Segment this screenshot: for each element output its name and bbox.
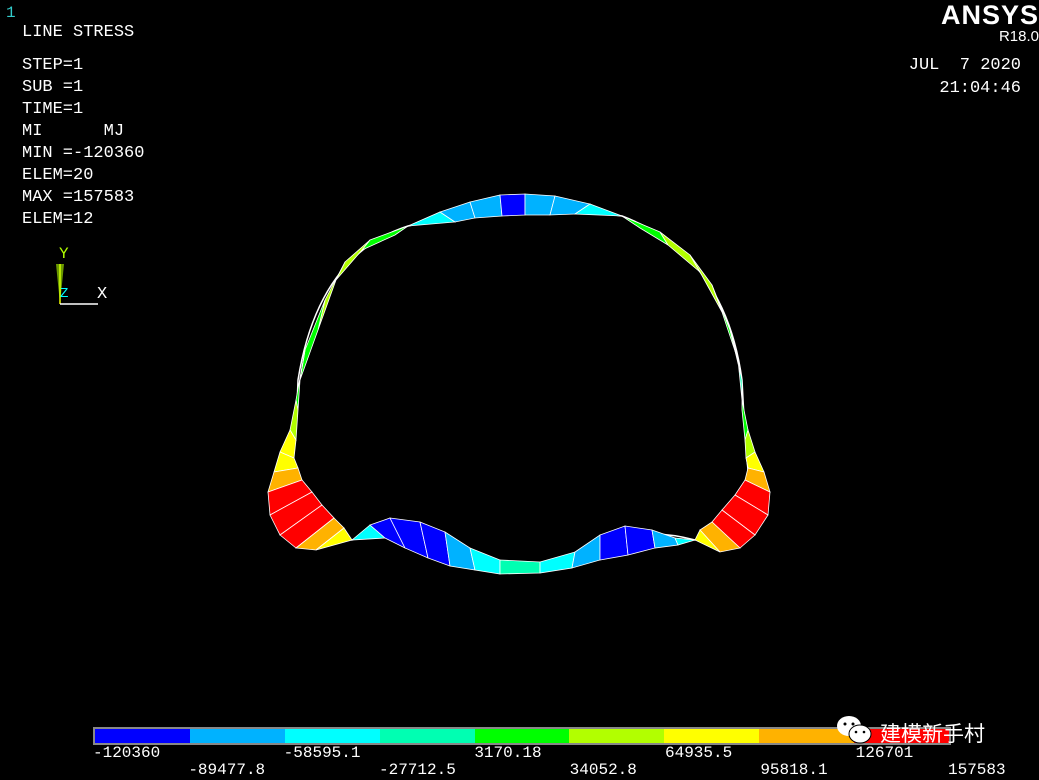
substep-label: SUB =1 bbox=[22, 78, 84, 97]
date-label: JUL 7 2020 bbox=[908, 56, 1021, 75]
watermark-text: 建模新手村 bbox=[880, 722, 985, 746]
legend-bottom-label: 157583 bbox=[948, 761, 1006, 779]
legend-swatch bbox=[189, 729, 285, 743]
triad-x-label: X bbox=[97, 285, 107, 304]
wechat-icon bbox=[837, 716, 872, 744]
legend-bottom-label: 34052.8 bbox=[569, 761, 637, 779]
legend-top-label: -120360 bbox=[93, 744, 161, 762]
step-label: STEP=1 bbox=[22, 56, 84, 75]
legend-swatch bbox=[664, 729, 760, 743]
stress-contour-plot bbox=[267, 193, 771, 575]
legend-bottom-label: -89477.8 bbox=[188, 761, 266, 779]
time-of-day-label: 21:04:46 bbox=[939, 79, 1021, 98]
max-value-label: MAX =157583 bbox=[22, 188, 135, 207]
triad-z-label: Z bbox=[60, 286, 68, 302]
legend-swatch bbox=[379, 729, 475, 743]
plot-title: LINE STRESS bbox=[22, 23, 135, 42]
time-label: TIME=1 bbox=[22, 100, 84, 119]
right-wall-stress-band bbox=[621, 215, 771, 553]
legend-color-bar bbox=[93, 727, 951, 745]
crown-stress-band bbox=[407, 193, 623, 227]
legend-top-label: 3170.18 bbox=[474, 744, 542, 762]
triad-y-label: Y bbox=[59, 245, 69, 263]
legend-top-label: -58595.1 bbox=[283, 744, 361, 762]
legend-swatch bbox=[569, 729, 665, 743]
legend-swatch bbox=[284, 729, 380, 743]
legend-swatch bbox=[474, 729, 570, 743]
left-wall-stress-band bbox=[267, 225, 409, 551]
invert-stress-band bbox=[350, 517, 696, 575]
legend-bottom-label: -27712.5 bbox=[379, 761, 456, 779]
mi-mj-label: MI MJ bbox=[22, 122, 125, 141]
legend-swatch bbox=[95, 729, 190, 743]
release-label: R18.0 bbox=[998, 28, 1039, 45]
ansys-logo: ANSYS bbox=[940, 0, 1039, 30]
min-element-label: ELEM=20 bbox=[22, 166, 94, 185]
window-number: 1 bbox=[6, 4, 16, 22]
tunnel-outline bbox=[291, 209, 750, 566]
legend-bottom-label: 95818.1 bbox=[760, 761, 828, 779]
legend-top-label: 64935.5 bbox=[665, 744, 733, 762]
axis-triad: Y Z X bbox=[56, 245, 107, 305]
min-value-label: MIN =-120360 bbox=[22, 144, 145, 163]
max-element-label: ELEM=12 bbox=[22, 210, 94, 229]
